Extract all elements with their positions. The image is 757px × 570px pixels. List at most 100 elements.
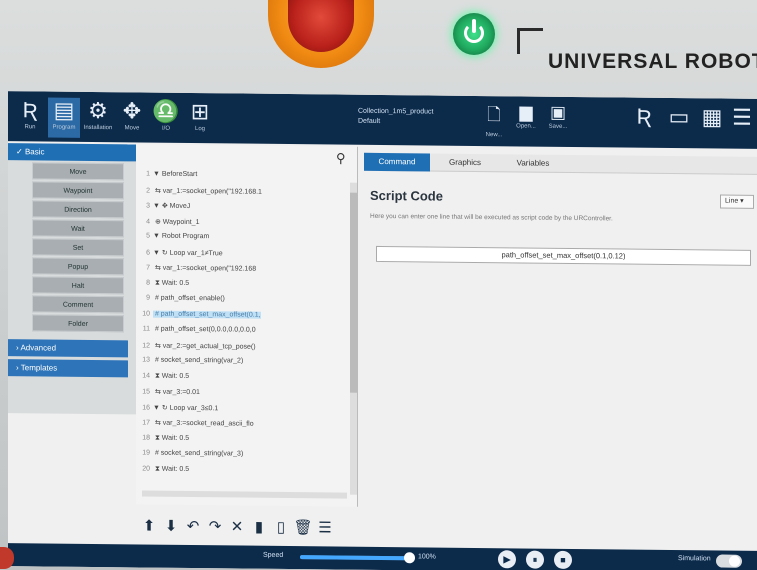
move-up-icon[interactable]: ⬆ [138,516,160,534]
installation-icon[interactable]: ⚙ Installation [82,98,114,138]
hamburger-menu-icon[interactable]: ☰ [726,105,757,145]
move-icon[interactable]: ✥ Move [116,98,148,138]
undo-icon[interactable]: ↶ [182,517,204,535]
horizontal-scrollbar[interactable] [142,490,347,499]
paste-icon[interactable]: ▯ [270,518,292,536]
line-number: 9 [146,294,150,302]
program-line[interactable]: 20 ⧗ Wait: 0.5 [136,465,351,479]
script-code-input[interactable]: path_offset_set_max_offset(0.1,0.12) [376,245,751,266]
move-down-icon[interactable]: ⬇ [160,517,182,535]
script-description: Here you can enter one line that will be… [370,212,613,223]
nav-item-folder[interactable]: Folder [32,314,124,333]
program-line[interactable]: 1 ▼ BeforeStart [136,170,351,184]
icon-label: Open... [516,123,536,130]
program-line[interactable]: 6 ▼ ↻ Loop var_1≠True [136,248,351,262]
program-line[interactable]: 19 # socket_send_string(var_3) [136,449,351,463]
program-line[interactable]: 12 ⇆ var_2:=get_actual_tcp_pose() [136,341,351,355]
tab-variables[interactable]: Variables [500,154,566,173]
program-line[interactable]: 13 # socket_send_string(var_2) [136,356,351,370]
line-text: ⧗ Wait: 0.5 [153,465,190,473]
program-tree-lines: 1 ▼ BeforeStart 2 ⇆ var_1:=socket_open("19… [136,144,357,473]
icon-label: Save... [548,123,568,130]
line-number: 7 [146,264,150,272]
language-icon[interactable]: ▦ [696,104,728,144]
ur-logo-icon [517,28,543,54]
pendant-photo: { "hardware": { "brand": "UNIVERSAL ROBO… [0,0,757,570]
command-tabs: Command Graphics Variables [364,152,757,175]
save-icon[interactable]: ▣ Save... [542,103,574,143]
nav-icons: Ʀ Run ▤ Program ⚙ Installation ✥ Move ♎ I/O ⊞ Log [8,91,757,138]
simulation-toggle[interactable] [716,554,742,568]
program-icon[interactable]: ▤ Program [48,97,80,138]
program-line[interactable]: 11 # path_offset_set(0,0.0,0.0,0.0,0 [136,325,351,339]
program-line[interactable]: 14 ⧗ Wait: 0.5 [136,372,351,386]
line-text: ⧗ Wait: 0.5 [153,279,190,287]
file-installation: Default [358,117,381,125]
nav-item-direction[interactable]: Direction [32,200,124,219]
nav-item-move[interactable]: Move [32,162,124,181]
io-icon[interactable]: ♎ I/O [150,99,182,139]
nav-item-wait[interactable]: Wait [32,219,124,238]
tab-command[interactable]: Command [364,152,430,172]
nav-group-advanced[interactable]: › Advanced [8,339,128,358]
suppress-icon[interactable]: ☰ [314,518,336,536]
nav-item-waypoint[interactable]: Waypoint [32,181,124,200]
line-text: ⧗ Wait: 0.5 [153,372,190,380]
file-info: Collection_1m5_product Default [358,107,434,128]
play-icon[interactable]: ▶ [498,550,516,569]
nav-item-set[interactable]: Set [32,238,124,257]
program-line[interactable]: 2 ⇆ var_1:=socket_open("192.168.1 [136,186,351,200]
program-line[interactable]: 17 ⇆ var_3:=socket_read_ascii_flo [136,418,351,432]
ur-logo-icon[interactable]: Ʀ Run [14,97,46,137]
ur-logo-icon[interactable]: Ʀ [628,104,660,144]
speed-slider[interactable] [300,552,415,564]
power-button[interactable] [453,13,495,55]
stop-icon[interactable]: ■ [554,550,572,569]
line-number: 17 [142,419,150,427]
new-icon[interactable]: 🗋 New... [478,102,510,142]
line-text: ⇆ var_3:=socket_read_ascii_flo [153,419,254,428]
line-number: 5 [146,232,150,240]
scroll-thumb[interactable] [350,192,357,393]
line-text: ▼ Robot Program [153,232,210,241]
copy-icon[interactable]: ▮ [248,518,270,536]
line-text: ▼ ↻ Loop var_1≠True [153,249,223,257]
speed-slider-handle[interactable] [404,552,415,564]
script-mode-select[interactable]: Line ▾ [720,194,754,209]
tab-graphics[interactable]: Graphics [432,154,498,173]
program-line[interactable]: 16 ▼ ↻ Loop var_3≤0.1 [136,403,351,417]
line-text: ⇆ var_1:=socket_open("192.168 [153,264,257,273]
program-line[interactable]: 18 ⧗ Wait: 0.5 [136,434,351,448]
search-icon[interactable]: ⚲ [336,151,346,167]
line-number: 16 [142,403,150,412]
program-line[interactable]: 4 ⊕ Waypoint_1 [136,217,351,231]
line-text: # socket_send_string(var_3) [153,449,244,458]
nav-group-basic[interactable]: ✓ Basic [8,143,136,162]
pause-icon[interactable]: ⏸ [526,550,544,569]
nav-item-popup[interactable]: Popup [32,257,124,276]
program-line[interactable]: 15 ⇆ var_3:=0.01 [136,387,351,401]
script-mode-value: Line [725,197,739,205]
program-line[interactable]: 10 # path_offset_set_max_offset(0.1, [136,310,351,324]
nav-item-comment[interactable]: Comment [32,295,124,314]
nav-group-templates[interactable]: › Templates [8,359,128,378]
program-line[interactable]: 5 ▼ Robot Program [136,232,351,246]
program-node-sidebar: ✓ Basic Move Waypoint Direction Wait Set Popu… [8,143,136,415]
nav-item-halt[interactable]: Halt [32,276,124,295]
program-line[interactable]: 7 ⇆ var_1:=socket_open("192.168 [136,263,351,277]
log-icon[interactable]: ⊞ Log [184,99,216,139]
trash-icon[interactable]: 🗑 [292,518,314,536]
open-icon[interactable]: ▆ Open... [510,102,542,142]
program-line[interactable]: 9 # path_offset_enable() [136,294,351,308]
line-number: 20 [142,464,150,473]
simulation-label: Simulation [678,555,711,563]
delete-icon[interactable]: ✕ [226,517,248,535]
screen-icon[interactable]: ▭ [663,104,695,144]
redo-icon[interactable]: ↷ [204,517,226,535]
tree-scrollbar[interactable] [350,182,357,495]
program-line[interactable]: 8 ⧗ Wait: 0.5 [136,279,351,293]
icon-label: Run [24,124,36,131]
program-line[interactable]: 3 ▼ ✥ MoveJ [136,201,351,215]
icon-label: Installation [83,124,113,132]
brand-label: UNIVERSAL ROBOT [548,50,757,73]
